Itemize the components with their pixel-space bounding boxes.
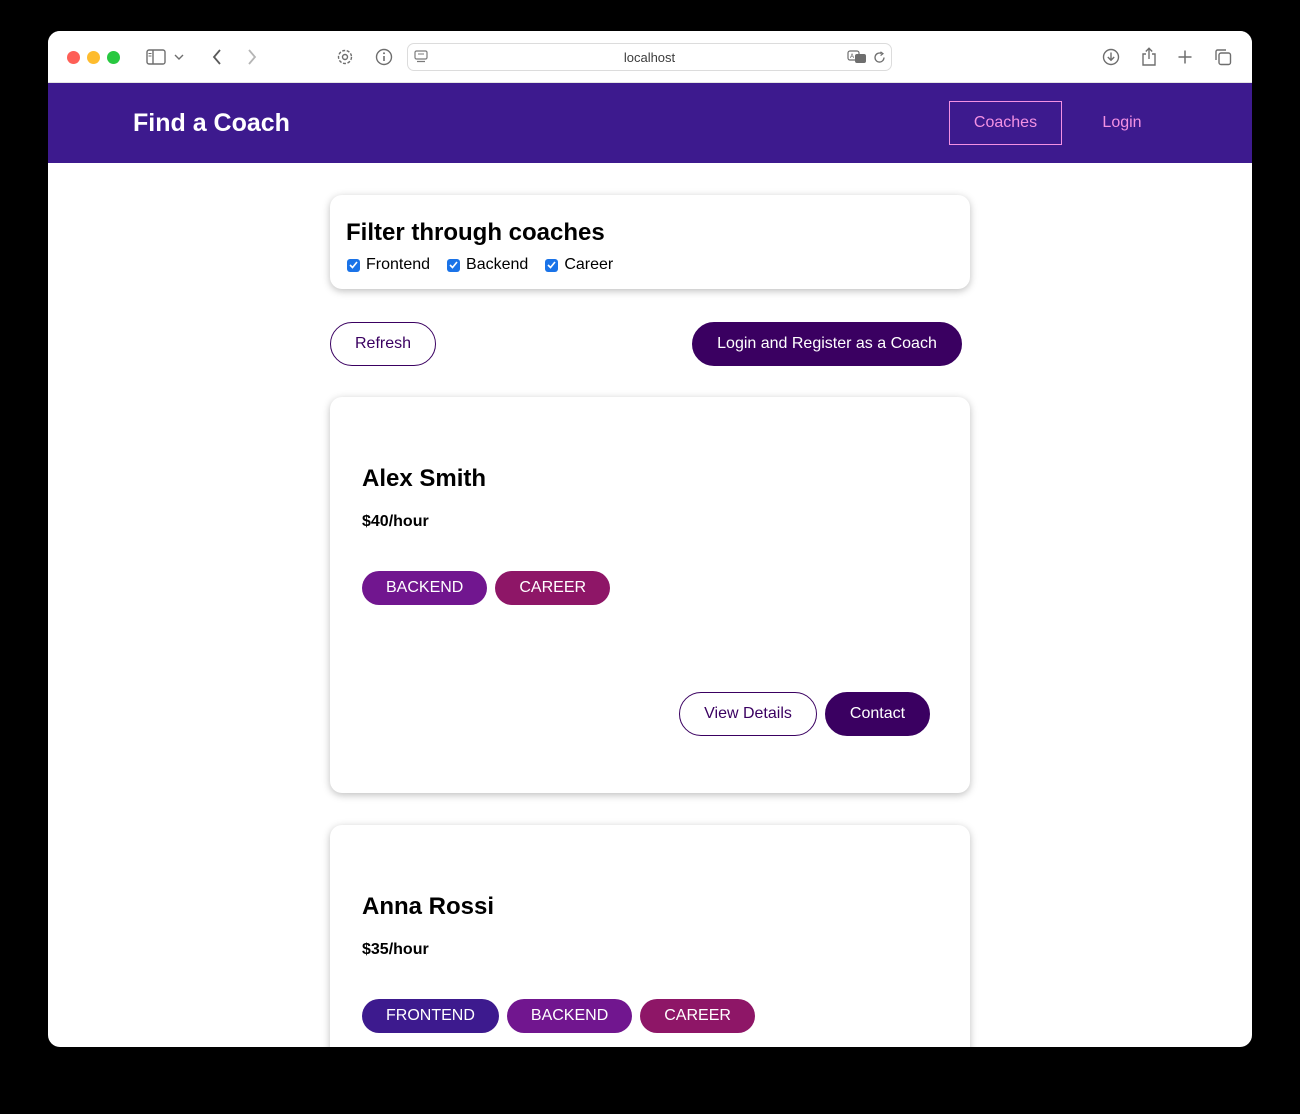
contact-button[interactable]: Contact [825,692,930,736]
coach-card: Anna Rossi $35/hour FRONTEND BACKEND CAR… [330,825,970,1047]
forward-icon[interactable] [240,45,264,69]
info-icon[interactable] [372,45,396,69]
frontend-checkbox[interactable] [347,258,360,272]
coach-areas: FRONTEND BACKEND CAREER [362,999,763,1033]
area-badge-backend: BACKEND [362,571,488,605]
register-coach-button[interactable]: Login and Register as a Coach [692,322,962,366]
coach-rate: $35/hour [362,941,429,958]
area-badge-frontend: FRONTEND [362,999,499,1033]
filter-option-frontend[interactable]: Frontend [347,256,430,274]
filter-option-label: Frontend [366,256,431,273]
coach-name: Anna Rossi [362,893,495,920]
url-text: localhost [623,50,676,65]
app-header: Find a Coach Coaches Login [48,83,1252,163]
coach-card: Alex Smith $40/hour BACKEND CAREER View … [330,397,970,793]
filter-option-label: Career [564,256,614,273]
brand-link[interactable]: Find a Coach [133,109,290,138]
chevron-down-icon[interactable] [171,45,187,69]
filter-options: Frontend Backend Career [347,256,630,274]
tab-overview-icon[interactable] [1211,45,1235,69]
coach-areas: BACKEND CAREER [362,571,618,605]
coach-name: Alex Smith [362,465,487,492]
reload-icon[interactable] [870,45,888,69]
filter-card: Filter through coaches Frontend Backend … [330,195,970,289]
translate-icon[interactable]: A [846,45,868,69]
zoom-window-button[interactable] [107,51,120,64]
browser-window: localhost A Find a Coach Coaches Login F… [48,31,1252,1047]
area-badge-career: CAREER [495,571,611,605]
sidebar-toggle-icon[interactable] [144,45,168,69]
close-window-button[interactable] [67,51,80,64]
nav-link-login[interactable]: Login [1088,101,1156,145]
refresh-button[interactable]: Refresh [330,322,436,366]
filter-option-backend[interactable]: Backend [447,256,528,274]
download-icon[interactable] [1099,45,1123,69]
browser-toolbar: localhost A [48,31,1252,83]
area-badge-career: CAREER [640,999,755,1033]
minimize-window-button[interactable] [87,51,100,64]
filter-option-label: Backend [466,256,529,273]
new-tab-icon[interactable] [1173,45,1197,69]
nav-link-coaches[interactable]: Coaches [949,101,1062,145]
filter-title: Filter through coaches [346,219,605,246]
career-checkbox[interactable] [545,258,559,272]
area-badge-backend: BACKEND [506,999,633,1033]
svg-text:A: A [850,53,855,60]
filter-option-career[interactable]: Career [545,256,613,274]
share-icon[interactable] [1137,45,1161,69]
coach-rate: $40/hour [362,513,429,530]
address-bar[interactable]: localhost A [407,43,892,71]
gear-icon[interactable] [333,45,357,69]
backend-checkbox[interactable] [447,258,461,272]
view-details-button[interactable]: View Details [679,692,817,736]
back-icon[interactable] [205,45,229,69]
